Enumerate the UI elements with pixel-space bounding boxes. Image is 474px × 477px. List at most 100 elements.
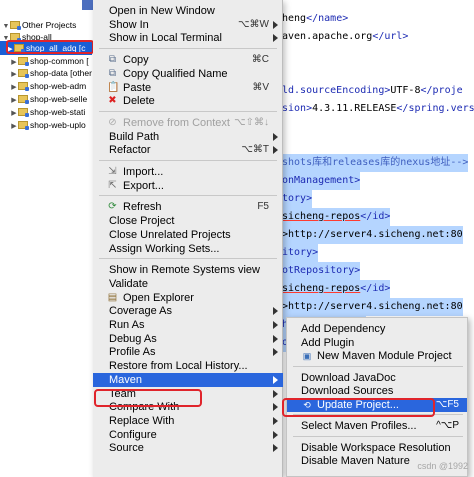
tree-item-shop-web-stati[interactable]: ▶ shop-web-stati <box>0 105 96 119</box>
menu-item-remove-from-context: ⊘ Remove from Context ⌥⇧⌘↓ <box>93 116 283 130</box>
maven-item-add-plugin[interactable]: Add Plugin <box>287 336 467 350</box>
menu-item-restore-from-local-history[interactable]: Restore from Local History... <box>93 359 283 373</box>
menu-item-copy-qualified-name[interactable]: ⧉ Copy Qualified Name <box>93 67 283 81</box>
tree-item-shop-web-selle[interactable]: ▶ shop-web-selle <box>0 92 96 106</box>
menu-item-label: Open Explorer <box>123 291 194 304</box>
menu-item-refresh[interactable]: ⟳ Refresh F5 <box>93 200 283 214</box>
menu-item-refactor[interactable]: Refactor ⌥⌘T <box>93 143 283 157</box>
menu-item-replace-with[interactable]: Replace With <box>93 414 283 428</box>
project-explorer: ▼ Other Projects ▼ shop-all ▶ shop_all_adq [c… <box>0 0 96 477</box>
menu-item-open-explorer[interactable]: ▤ Open Explorer <box>93 291 283 305</box>
menu-item-label: Copy <box>123 54 149 67</box>
xml-value-text: >http://server4.sicheng.net:80 <box>282 229 463 240</box>
menu-item-label: Configure <box>109 428 157 441</box>
maven-item-disable-workspace-resolution[interactable]: Disable Workspace Resolution <box>287 441 467 455</box>
menu-item-source[interactable]: Source <box>93 441 283 455</box>
menu-item-copy[interactable]: ⧉ Copy ⌘C <box>93 53 283 67</box>
xml-tag-text: onManagement> <box>282 175 361 186</box>
menu-item-label: Replace With <box>109 414 175 427</box>
menu-item-label: Assign Working Sets... <box>109 242 220 255</box>
menu-item-label: Refresh <box>123 201 162 214</box>
menu-item-delete[interactable]: ✖ Delete <box>93 94 283 108</box>
project-folder-icon <box>18 57 29 66</box>
menu-separator <box>99 195 277 197</box>
menu-item-label: Export... <box>123 179 164 192</box>
menu-item-show-in-local-terminal[interactable]: Show in Local Terminal <box>93 31 283 45</box>
menu-item-paste[interactable]: 📋 Paste ⌘V <box>93 81 283 95</box>
refresh-icon: ⟳ <box>108 201 117 213</box>
submenu-arrow-icon <box>273 430 278 439</box>
xml-value-text: sicheng-repos <box>282 283 361 294</box>
xml-tag-text: </id> <box>360 211 391 222</box>
maven-item-new-maven-module-project[interactable]: ▣ New Maven Module Project <box>287 349 467 363</box>
xml-tag-text: itory> <box>282 247 319 258</box>
menu-item-close-project[interactable]: Close Project <box>93 214 283 228</box>
project-folder-icon <box>18 95 29 104</box>
menu-item-import[interactable]: ⇲ Import... <box>93 165 283 179</box>
project-folder-icon <box>10 21 21 30</box>
delete-icon: ✖ <box>108 95 117 107</box>
shortcut-hint: F5 <box>257 201 269 213</box>
import-icon: ⇲ <box>108 166 117 177</box>
menu-item-validate[interactable]: Validate <box>93 277 283 291</box>
menu-item-profile-as[interactable]: Profile As <box>93 345 283 359</box>
menu-separator <box>99 258 277 260</box>
menu-separator <box>99 48 277 50</box>
xml-value-text: sicheng-repos <box>282 211 361 222</box>
menu-item-label: Disable Workspace Resolution <box>301 441 451 454</box>
menu-item-close-unrelated-projects[interactable]: Close Unrelated Projects <box>93 228 283 242</box>
menu-item-label: Import... <box>123 166 164 178</box>
menu-item-label: Close Unrelated Projects <box>109 228 231 241</box>
menu-item-assign-working-sets[interactable]: Assign Working Sets... <box>93 242 283 256</box>
project-folder-icon <box>18 69 29 78</box>
menu-item-open-in-new-window[interactable]: Open in New Window <box>93 4 283 18</box>
menu-item-run-as[interactable]: Run As <box>93 318 283 332</box>
shortcut-hint: ^⌥P <box>436 420 459 431</box>
menu-item-label: Refactor <box>109 144 151 157</box>
menu-item-label: Validate <box>109 277 148 290</box>
export-icon: ⇱ <box>108 179 117 191</box>
xml-tag-text: </spring.vers <box>396 103 474 114</box>
tree-item-label: shop-web-stati <box>30 107 86 117</box>
submenu-arrow-icon <box>273 321 278 329</box>
menu-item-label: Show In <box>109 18 149 31</box>
menu-item-coverage-as[interactable]: Coverage As <box>93 304 283 318</box>
submenu-arrow-icon <box>273 34 278 43</box>
tree-item-shop-data-other[interactable]: ▶ shop-data [other <box>0 66 96 80</box>
tree-item-label: shop-web-selle <box>30 94 88 104</box>
maven-module-icon: ▣ <box>302 351 312 361</box>
menu-item-label: Build Path <box>109 130 160 143</box>
menu-separator <box>293 365 463 367</box>
xml-tag-text: </id> <box>360 283 391 294</box>
menu-item-label: Run As <box>109 319 145 331</box>
menu-item-show-in-remote-systems-view[interactable]: Show in Remote Systems view <box>93 263 283 277</box>
menu-item-maven[interactable]: Maven <box>93 372 283 387</box>
xml-value-text: 4.3.11.RELEASE <box>312 103 397 114</box>
menu-separator <box>99 110 277 112</box>
tree-item-label: shop-common [ <box>30 56 89 66</box>
menu-item-debug-as[interactable]: Debug As <box>93 332 283 346</box>
submenu-arrow-icon <box>273 20 278 29</box>
menu-item-label: Debug As <box>109 332 157 345</box>
maven-item-download-sources[interactable]: Download Sources <box>287 384 467 398</box>
tree-item-shop-web-adm[interactable]: ▶ shop-web-adm <box>0 79 96 93</box>
menu-item-label: Source <box>109 442 144 455</box>
copy-icon: ⧉ <box>108 54 117 66</box>
submenu-arrow-icon <box>273 146 278 155</box>
menu-item-export[interactable]: ⇱ Export... <box>93 179 283 193</box>
copy-qualified-icon: ⧉ <box>108 67 117 79</box>
tree-item-label: shop-data [other <box>30 68 92 78</box>
submenu-arrow-icon <box>273 444 278 453</box>
menu-item-configure[interactable]: Configure <box>93 428 283 442</box>
menu-item-show-in[interactable]: Show In ⌥⌘W <box>93 18 283 32</box>
maven-item-download-javadoc[interactable]: Download JavaDoc <box>287 371 467 385</box>
submenu-arrow-icon <box>273 132 278 141</box>
xml-value-text: UTF-8 <box>390 85 421 96</box>
tree-item-shop-web-uplo[interactable]: ▶ shop-web-uplo <box>0 118 96 132</box>
watermark: csdn @1992 <box>417 461 468 471</box>
menu-item-build-path[interactable]: Build Path <box>93 130 283 144</box>
maven-item-select-maven-profiles[interactable]: Select Maven Profiles... ^⌥P <box>287 419 467 433</box>
collapsed-arrow-icon[interactable]: ▶ <box>10 120 18 134</box>
maven-item-add-dependency[interactable]: Add Dependency <box>287 322 467 336</box>
maven-submenu: Add Dependency Add Plugin ▣ New Maven Modul… <box>286 317 468 477</box>
